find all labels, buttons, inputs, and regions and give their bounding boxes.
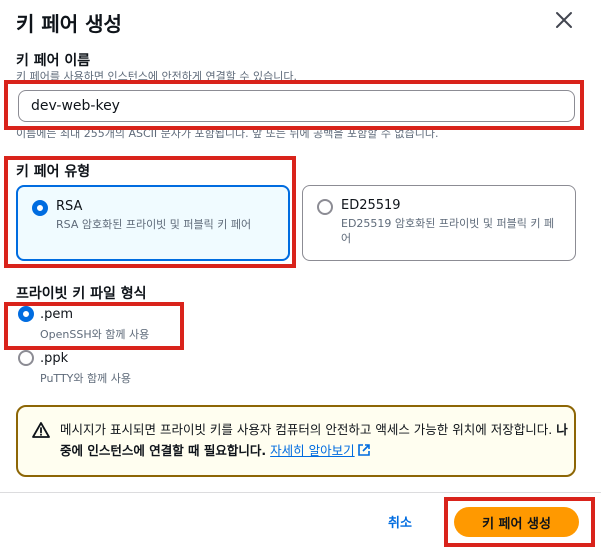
key-type-rsa-tile[interactable]: RSA RSA 암호화된 프라이빗 및 퍼블릭 키 페어: [16, 185, 290, 261]
warning-alert: 메시지가 표시되면 프라이빗 키를 사용자 컴퓨터의 안전하고 액세스 가능한 …: [16, 405, 576, 477]
key-name-hint: 이름에는 최대 255개의 ASCII 문자가 포함됩니다. 앞 또는 뒤에 공…: [16, 127, 439, 139]
ed25519-name: ED25519: [341, 198, 401, 213]
close-icon: [556, 12, 572, 28]
key-name-input[interactable]: [18, 90, 575, 122]
key-name-label: 키 페어 이름: [16, 53, 91, 69]
pem-name: .pem: [40, 307, 74, 322]
external-link-icon: [357, 444, 370, 456]
close-button[interactable]: [550, 6, 578, 34]
learn-more-link[interactable]: 자세히 알아보기: [270, 443, 370, 458]
rsa-radio[interactable]: [32, 200, 48, 216]
pem-radio[interactable]: [18, 306, 34, 322]
key-type-label: 키 페어 유형: [16, 164, 91, 180]
rsa-description: RSA 암호화된 프라이빗 및 퍼블릭 키 페어: [56, 218, 252, 231]
pem-description: OpenSSH와 함께 사용: [40, 328, 150, 341]
warning-icon: [32, 422, 50, 438]
alert-message: 메시지가 표시되면 프라이빗 키를 사용자 컴퓨터의 안전하고 액세스 가능한 …: [60, 422, 557, 437]
ed25519-description: ED25519 암호화된 프라이빗 및 퍼블릭 키 페어: [341, 217, 555, 245]
key-type-ed25519-tile[interactable]: ED25519 ED25519 암호화된 프라이빗 및 퍼블릭 키 페어: [302, 185, 576, 261]
rsa-name: RSA: [56, 199, 83, 214]
cancel-button[interactable]: 취소: [388, 512, 412, 531]
footer-divider: [0, 492, 601, 493]
dialog-title: 키 페어 생성: [16, 12, 122, 36]
ppk-description: PuTTY와 함께 사용: [40, 372, 131, 385]
key-name-description: 키 페어를 사용하면 인스턴스에 안전하게 연결할 수 있습니다.: [16, 70, 297, 83]
ed25519-radio[interactable]: [317, 199, 333, 215]
file-format-label: 프라이빗 키 파일 형식: [16, 286, 147, 302]
ppk-name: .ppk: [40, 351, 69, 366]
learn-more-label: 자세히 알아보기: [270, 443, 355, 458]
ppk-radio[interactable]: [18, 350, 34, 366]
alert-text: 메시지가 표시되면 프라이빗 키를 사용자 컴퓨터의 안전하고 액세스 가능한 …: [60, 419, 570, 461]
create-key-pair-button[interactable]: 키 페어 생성: [454, 507, 579, 537]
